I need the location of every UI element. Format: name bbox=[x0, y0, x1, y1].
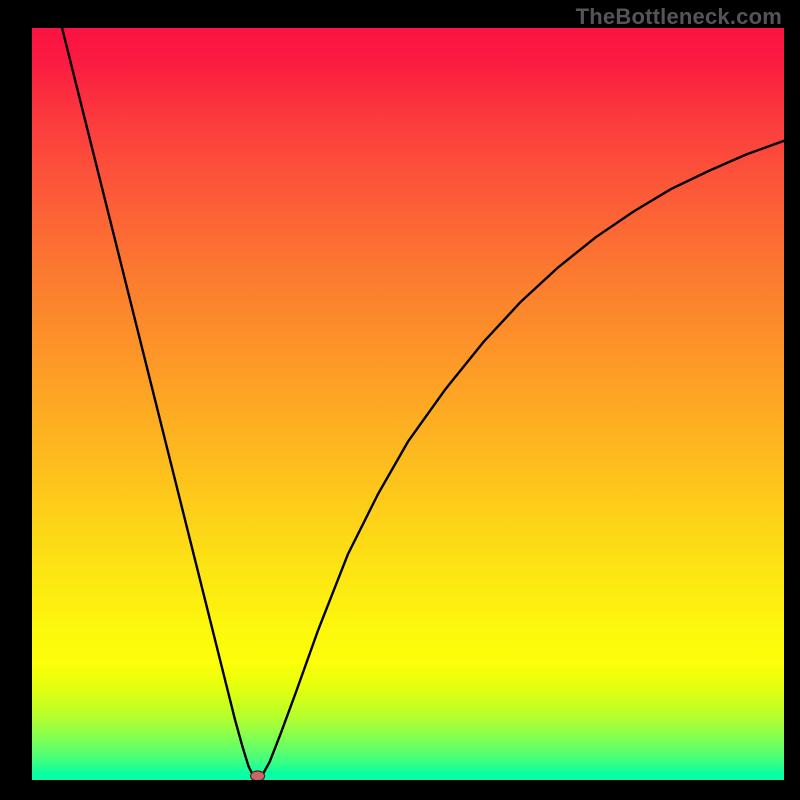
minimum-marker bbox=[251, 771, 265, 780]
chart-frame: TheBottleneck.com bbox=[0, 0, 800, 800]
curve-svg bbox=[32, 28, 784, 780]
bottleneck-curve bbox=[62, 28, 784, 780]
watermark-text: TheBottleneck.com bbox=[576, 4, 782, 30]
plot-area bbox=[32, 28, 784, 780]
